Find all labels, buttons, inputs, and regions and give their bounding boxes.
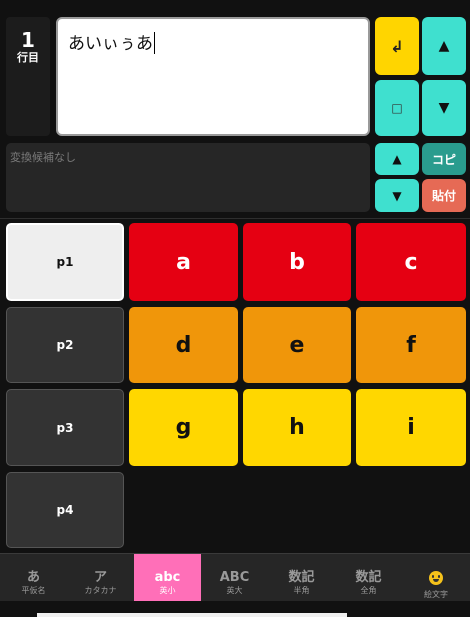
enter-button[interactable]: ↲: [375, 17, 419, 75]
key-a[interactable]: a: [129, 223, 238, 301]
key-f[interactable]: f: [356, 307, 466, 383]
key-label: a: [176, 249, 191, 275]
page-button-p4[interactable]: p4: [6, 472, 124, 548]
divider: [0, 218, 470, 219]
key-d[interactable]: d: [129, 307, 238, 383]
key-label: b: [289, 249, 305, 275]
tab-main-label: 数記: [288, 570, 315, 585]
key-c[interactable]: c: [356, 223, 466, 301]
key-h[interactable]: h: [243, 389, 351, 466]
candidate-up-button[interactable]: ▲: [375, 143, 419, 175]
tab-main-label: ア: [93, 570, 107, 585]
key-label: h: [289, 415, 305, 440]
page-button-p1[interactable]: p1: [6, 223, 124, 301]
tab-hiragana[interactable]: あ 平仮名: [0, 554, 67, 602]
page-label: p3: [56, 420, 74, 435]
text-caret: [154, 32, 155, 54]
cursor-down-button[interactable]: ▼: [422, 80, 466, 136]
key-label: d: [175, 332, 192, 358]
space-button[interactable]: □: [375, 80, 419, 136]
key-e[interactable]: e: [243, 307, 351, 383]
tab-sub-label: 平仮名: [21, 586, 46, 595]
conversion-candidates[interactable]: 変換候補なし: [6, 143, 370, 212]
tab-sub-label: カタカナ: [84, 586, 117, 595]
line-number: 1: [21, 28, 35, 52]
key-g[interactable]: g: [129, 389, 238, 466]
key-label: f: [406, 332, 416, 358]
line-label: 行目: [17, 51, 39, 64]
tab-sub-label: 絵文字: [424, 590, 448, 599]
key-label: c: [404, 249, 418, 275]
bottom-strip: [0, 601, 470, 617]
down-arrow-icon: ▼: [438, 100, 450, 116]
key-label: g: [175, 415, 192, 440]
tab-katakana[interactable]: ア カタカナ: [67, 554, 134, 602]
page-label: p1: [56, 255, 74, 269]
tab-uppercase[interactable]: ABC 英大: [201, 554, 268, 602]
candidates-placeholder: 変換候補なし: [10, 151, 76, 164]
tab-sub-label: 全角: [360, 586, 377, 595]
tab-sub-label: 半角: [293, 586, 310, 595]
down-arrow-icon: ▼: [392, 188, 402, 203]
page-label: p2: [56, 338, 74, 352]
copy-button[interactable]: コピ: [422, 143, 466, 175]
tab-symbols-halfwidth[interactable]: 数記 半角: [268, 554, 335, 602]
tab-emoji[interactable]: 絵文字: [402, 554, 470, 602]
smiley-icon: [429, 571, 443, 585]
tab-sub-label: 英小: [159, 586, 176, 595]
key-i[interactable]: i: [356, 389, 466, 466]
up-arrow-icon: ▲: [438, 38, 450, 54]
line-indicator: 1 行目: [6, 17, 50, 136]
candidate-down-button[interactable]: ▼: [375, 179, 419, 212]
page-button-p2[interactable]: p2: [6, 307, 124, 383]
bottom-strip-highlight: [37, 613, 347, 617]
tab-main-label: ABC: [219, 570, 250, 585]
tab-main-label: abc: [154, 570, 181, 585]
key-b[interactable]: b: [243, 223, 351, 301]
tab-main-label: あ: [26, 570, 40, 585]
tab-lowercase[interactable]: abc 英小: [134, 554, 201, 602]
enter-icon: ↲: [390, 36, 404, 56]
editor-text: あいぃぅあ: [68, 34, 153, 54]
tab-symbols-fullwidth[interactable]: 数記 全角: [335, 554, 402, 602]
tab-main-label: 数記: [355, 570, 382, 585]
key-label: i: [407, 415, 415, 440]
page-button-p3[interactable]: p3: [6, 389, 124, 466]
up-arrow-icon: ▲: [392, 152, 402, 166]
copy-label: コピ: [431, 152, 456, 167]
cursor-up-button[interactable]: ▲: [422, 17, 466, 75]
tab-sub-label: 英大: [226, 586, 243, 595]
page-label: p4: [56, 503, 74, 517]
space-icon: □: [391, 101, 403, 115]
paste-label: 貼付: [431, 189, 456, 203]
paste-button[interactable]: 貼付: [422, 179, 466, 212]
key-label: e: [289, 332, 305, 358]
text-editor[interactable]: あいぃぅあ: [56, 17, 370, 136]
